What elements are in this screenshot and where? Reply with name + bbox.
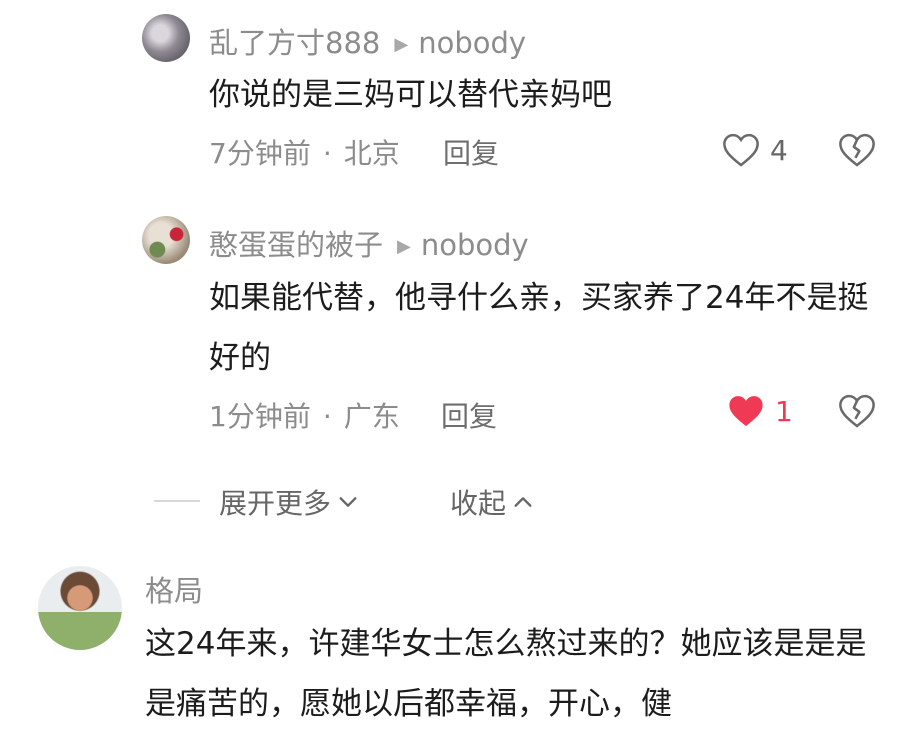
reply-button[interactable]: 回复 (441, 395, 497, 435)
like-button[interactable]: 4 (722, 132, 788, 168)
avatar[interactable] (142, 216, 190, 264)
reply-meta: 7分钟前 · 北京 (209, 137, 400, 170)
comment-author-name[interactable]: 格局 (145, 568, 203, 610)
reply-meta: 1分钟前 · 广东 (209, 400, 400, 433)
like-count: 4 (770, 133, 788, 167)
collapse-button[interactable]: 收起 (450, 482, 534, 522)
reply-arrow-icon: ▶ (397, 236, 411, 257)
reply-button[interactable]: 回复 (443, 132, 499, 172)
reply-author-line: 憨蛋蛋的被子 ▶ nobody (209, 222, 529, 264)
heart-outline-icon (723, 133, 759, 167)
broken-heart-icon (839, 133, 875, 167)
reply-text: 如果能代替，他寻什么亲，买家养了24年不是挺好的 (209, 280, 869, 376)
dislike-button[interactable] (838, 132, 876, 172)
reply-text: 你说的是三妈可以替代亲妈吧 (209, 77, 612, 113)
chevron-down-icon (339, 497, 357, 507)
dislike-button[interactable] (838, 393, 876, 433)
reply-target-name[interactable]: nobody (418, 26, 526, 60)
reply-location: 北京 (343, 137, 400, 170)
reply-target-name[interactable]: nobody (421, 228, 529, 262)
like-button[interactable]: 1 (727, 393, 793, 429)
reply-time: 7分钟前 (209, 137, 311, 170)
avatar[interactable] (142, 14, 190, 62)
collapse-label: 收起 (450, 487, 507, 520)
like-count: 1 (775, 394, 793, 428)
reply-arrow-icon: ▶ (394, 34, 409, 55)
expand-more-button[interactable]: 展开更多 (219, 482, 359, 522)
expand-more-label: 展开更多 (219, 487, 332, 520)
reply-time: 1分钟前 (209, 400, 311, 433)
reply-author-line: 乱了方寸888 ▶ nobody (209, 20, 526, 62)
broken-heart-icon (839, 394, 875, 428)
reply-author-name[interactable]: 憨蛋蛋的被子 (209, 228, 383, 262)
reply-location: 广东 (343, 400, 400, 433)
reply-author-name[interactable]: 乱了方寸888 (209, 26, 380, 60)
divider (154, 500, 200, 502)
heart-filled-icon (729, 396, 763, 427)
comment-text: 这24年来，许建华女士怎么熬过来的？她应该是是是是痛苦的，愿她以后都幸福，开心，… (145, 626, 867, 722)
chevron-up-icon (514, 497, 532, 507)
avatar[interactable] (38, 566, 122, 650)
